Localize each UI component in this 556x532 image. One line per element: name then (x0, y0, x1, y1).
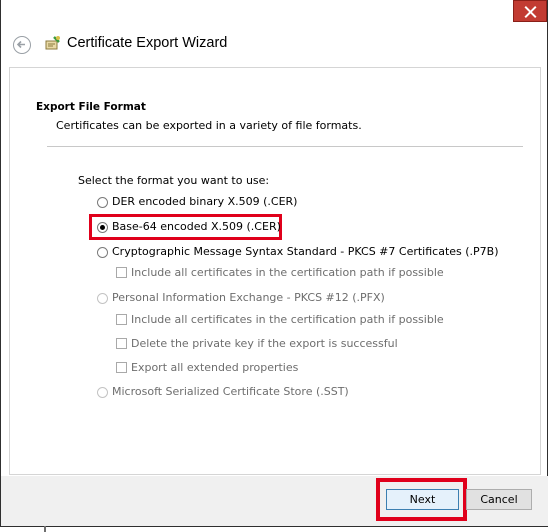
sst-label: Microsoft Serialized Certificate Store (… (112, 385, 349, 398)
wizard-window: Certificate Export Wizard Export File Fo… (0, 0, 548, 527)
window-title: Certificate Export Wizard (67, 35, 228, 51)
cancel-button[interactable]: Cancel (466, 489, 532, 510)
header-divider (47, 146, 523, 147)
base64-radio[interactable] (97, 222, 108, 233)
section-description: Certificates can be exported in a variet… (56, 119, 362, 132)
content-panel: Export File Format Certificates can be e… (9, 67, 541, 475)
der-label[interactable]: DER encoded binary X.509 (.CER) (112, 195, 297, 208)
window-edge-stub (44, 526, 46, 532)
pfx-delete-key-checkbox[interactable] (116, 338, 127, 349)
der-radio[interactable] (97, 197, 108, 208)
pfx-export-props-label: Export all extended properties (131, 361, 299, 374)
format-prompt: Select the format you want to use: (78, 174, 270, 187)
next-button[interactable]: Next (386, 489, 459, 510)
back-arrow-icon[interactable] (13, 36, 31, 54)
pkcs7-include-all-label: Include all certificates in the certific… (131, 266, 444, 279)
pfx-export-props-checkbox[interactable] (116, 362, 127, 373)
sst-radio[interactable] (97, 387, 108, 398)
pkcs7-include-all-checkbox[interactable] (116, 267, 127, 278)
pfx-include-all-label: Include all certificates in the certific… (131, 313, 444, 326)
pfx-include-all-checkbox[interactable] (116, 314, 127, 325)
pkcs7-radio[interactable] (97, 247, 108, 258)
section-heading: Export File Format (36, 101, 146, 113)
pkcs7-label[interactable]: Cryptographic Message Syntax Standard - … (112, 245, 499, 258)
base64-label[interactable]: Base-64 encoded X.509 (.CER) (112, 220, 281, 233)
button-bar: Next Cancel (1, 476, 548, 526)
pfx-delete-key-label: Delete the private key if the export is … (131, 337, 398, 350)
pfx-radio[interactable] (97, 293, 108, 304)
certificate-wizard-icon (43, 35, 61, 53)
pfx-label: Personal Information Exchange - PKCS #12… (112, 291, 385, 304)
close-icon[interactable] (513, 0, 547, 22)
